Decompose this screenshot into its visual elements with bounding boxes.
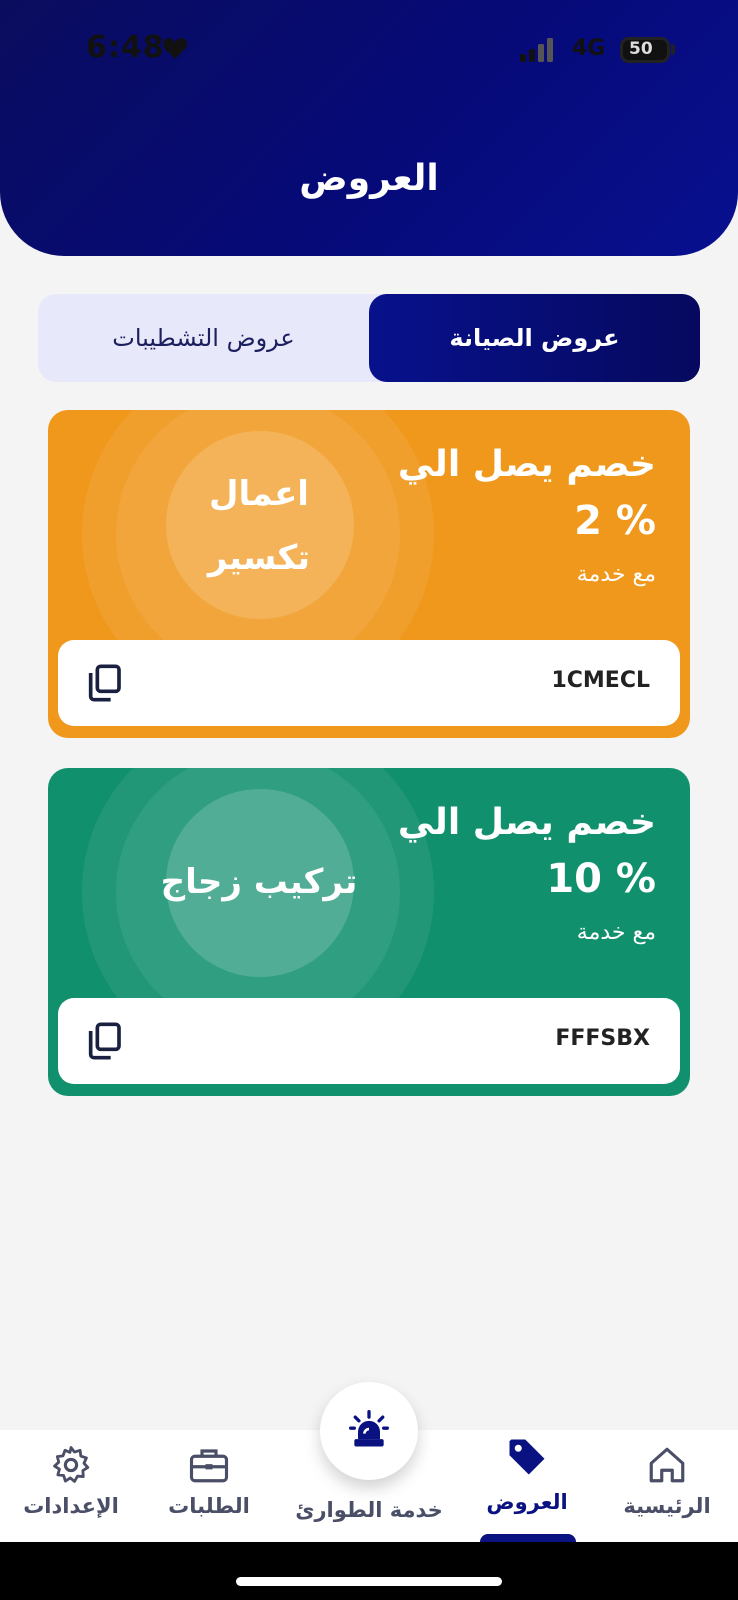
battery-level: 50: [629, 39, 653, 59]
copy-icon[interactable]: [84, 663, 124, 703]
tag-icon: [509, 1439, 545, 1475]
service-name: تركيب زجاج: [130, 850, 388, 914]
emergency-button[interactable]: [320, 1382, 418, 1480]
tab-finishing-offers[interactable]: عروض التشطيبات: [38, 294, 369, 382]
status-time: 6:48: [86, 30, 165, 65]
nav-orders[interactable]: الطلبات: [148, 1430, 270, 1542]
discount-subtitle: مع خدمة: [576, 920, 656, 945]
nav-settings-label: الإعدادات: [23, 1494, 119, 1518]
tab-maintenance-offers[interactable]: عروض الصيانة: [369, 294, 700, 382]
promo-code-box: 1CMECL: [58, 640, 680, 726]
discount-subtitle: مع خدمة: [576, 562, 656, 587]
service-name-line: تركيب زجاج: [160, 862, 358, 902]
offer-card[interactable]: اعمال تكسير خصم يصل الي 2 % مع خدمة 1CME…: [48, 410, 690, 738]
promo-code: FFFSBX: [555, 1026, 650, 1051]
nav-orders-label: الطلبات: [168, 1494, 250, 1518]
nav-home[interactable]: الرئيسية: [606, 1430, 728, 1542]
home-indicator[interactable]: [236, 1577, 502, 1586]
discount-value: 2 %: [574, 498, 656, 544]
nav-offers-label: العروض: [486, 1490, 568, 1514]
discount-value: 10 %: [546, 856, 656, 902]
home-icon: [649, 1447, 685, 1483]
nav-settings[interactable]: الإعدادات: [10, 1430, 132, 1542]
discount-title: خصم يصل الي: [397, 802, 656, 843]
home-indicator-area: [0, 1542, 738, 1600]
nav-emergency-label: خدمة الطوارئ: [295, 1498, 443, 1522]
service-name: اعمال تكسير: [130, 462, 388, 590]
promo-code-box: FFFSBX: [58, 998, 680, 1084]
service-name-line: اعمال: [209, 474, 309, 514]
service-name-line: تكسير: [207, 538, 311, 578]
discount-title: خصم يصل الي: [397, 444, 656, 485]
nav-offers[interactable]: العروض: [466, 1430, 588, 1542]
copy-icon[interactable]: [84, 1021, 124, 1061]
gear-icon: [53, 1446, 90, 1483]
promo-code: 1CMECL: [551, 668, 650, 693]
heart-icon: [162, 38, 188, 59]
page-title: العروض: [299, 158, 439, 199]
network-type: 4G: [572, 36, 606, 61]
siren-icon: [349, 1410, 389, 1447]
nav-home-label: الرئيسية: [623, 1494, 711, 1518]
offer-tabs: عروض التشطيبات عروض الصيانة: [38, 294, 700, 382]
battery-tip: [671, 44, 675, 55]
battery-icon: 50: [620, 37, 670, 63]
status-bar: 6:48 4G 50: [0, 0, 738, 100]
offer-card[interactable]: تركيب زجاج خصم يصل الي 10 % مع خدمة FFFS…: [48, 768, 690, 1096]
signal-icon: [520, 38, 553, 62]
briefcase-icon: [189, 1449, 229, 1483]
